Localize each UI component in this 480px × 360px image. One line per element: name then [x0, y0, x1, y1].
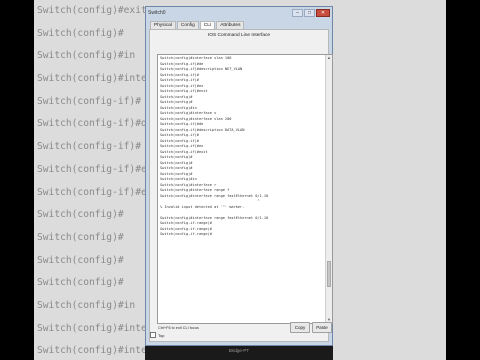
tab-cli[interactable]: CLI [199, 21, 216, 29]
scroll-thumb[interactable] [327, 261, 331, 287]
tab-physical[interactable]: Physical [150, 21, 176, 29]
maximize-icon[interactable]: □ [304, 9, 315, 17]
tab-bar: Physical Config CLI Attributes [146, 19, 332, 29]
top-checkbox-row[interactable]: Top [150, 332, 164, 338]
console-scrollbar[interactable]: ▲ ▼ [325, 55, 332, 323]
top-label: Top [158, 332, 165, 338]
switch-cli-window: Switch0 – □ ✕ Physical Config CLI Attrib… [145, 6, 333, 346]
console-line: Switch(config-if-range)# [160, 232, 212, 236]
top-checkbox[interactable] [150, 332, 156, 338]
window-controls: – □ ✕ [292, 9, 330, 17]
panel-title: IOS Command Line Interface [207, 33, 271, 38]
close-icon[interactable]: ✕ [316, 9, 330, 17]
minimize-icon[interactable]: – [292, 9, 303, 17]
cli-console[interactable]: Switch(config)#interface vlan 100 Switch(… [157, 54, 333, 324]
tab-attributes[interactable]: Attributes [216, 21, 245, 29]
cli-panel: IOS Command Line Interface Switch(config… [149, 29, 333, 342]
status-device-label: Bridge-PT [228, 348, 250, 353]
window-titlebar[interactable]: Switch0 – □ ✕ [146, 7, 332, 19]
ctrl-f6-hint: Ctrl+F6 to exit CLI focus [158, 326, 199, 330]
scroll-up-icon[interactable]: ▲ [326, 55, 332, 61]
tab-config[interactable]: Config [176, 21, 199, 29]
window-title: Switch0 [148, 10, 166, 16]
console-output: Switch(config)#interface vlan 100 Switch(… [158, 55, 332, 239]
paste-button[interactable]: Paste [312, 322, 332, 333]
status-strip: Bridge-PT [145, 346, 333, 360]
copy-button[interactable]: Copy [290, 322, 310, 333]
